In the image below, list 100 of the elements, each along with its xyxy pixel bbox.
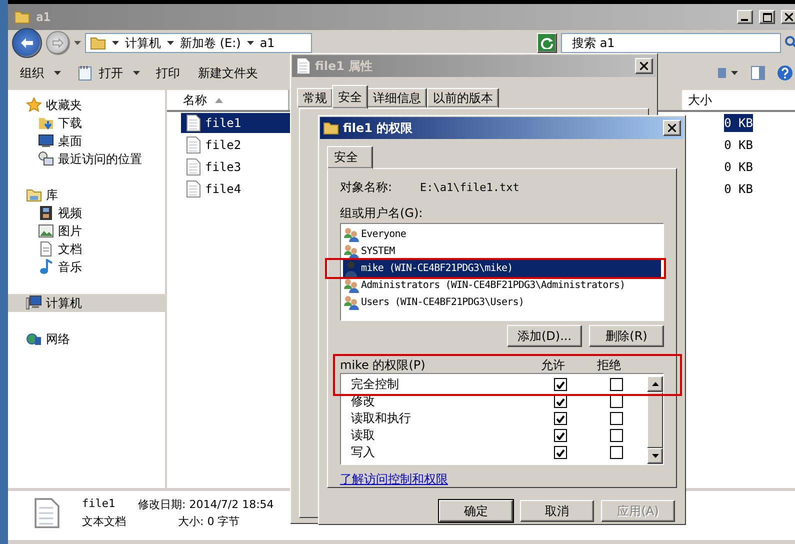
user-item[interactable]: Administrators (WIN-CE4BF21PDG3\Administrators) — [343, 277, 661, 294]
add-button[interactable]: 添加(D)... — [507, 325, 582, 347]
folder-icon — [323, 120, 339, 136]
computer-icon — [26, 295, 42, 311]
close-icon — [640, 62, 648, 70]
document-icon — [295, 57, 311, 75]
file-size: 0 KB — [723, 160, 753, 174]
preview-pane-icon[interactable] — [751, 66, 765, 80]
permission-name: 读取和执行 — [351, 410, 412, 427]
address-bar[interactable]: 计算机 新加卷 (E:) a1 — [85, 33, 312, 53]
file-item[interactable]: file2 — [181, 135, 291, 155]
list-label: 组或用户名(G): — [340, 205, 424, 221]
forward-button[interactable] — [46, 31, 70, 55]
file-size: 大小: 0 字节 — [177, 514, 241, 529]
search-field[interactable]: 搜索 a1 — [561, 33, 781, 53]
dialog-title: file1 的权限 — [343, 120, 414, 136]
close-button[interactable] — [635, 58, 653, 74]
breadcrumb[interactable]: a1 — [260, 36, 275, 50]
nav-item[interactable]: 图片 — [8, 222, 165, 240]
caret-icon — [246, 41, 254, 45]
breadcrumb[interactable]: 计算机 — [125, 34, 161, 52]
column-header[interactable]: 大小 — [680, 90, 795, 110]
checkbox[interactable] — [554, 395, 566, 408]
user-item[interactable]: SYSTEM — [343, 243, 661, 260]
checkbox[interactable] — [554, 446, 566, 459]
folder-icon — [90, 35, 106, 51]
user-item[interactable]: mike (WIN-CE4BF21PDG3\mike) — [343, 260, 661, 277]
tab[interactable]: 常规 — [297, 88, 333, 108]
toolbar-button[interactable]: 组织 — [18, 61, 46, 85]
text-file-icon — [185, 136, 201, 154]
view-options-icon[interactable] — [717, 66, 739, 80]
permission-name: 读取 — [351, 427, 376, 444]
nav-item[interactable]: 桌面 — [8, 132, 165, 150]
dialog-button[interactable]: 确定 — [439, 500, 513, 522]
scroll-down-button[interactable] — [647, 448, 663, 464]
checkbox[interactable] — [554, 412, 566, 425]
window-title: a1 — [36, 10, 50, 24]
file-item[interactable]: file4 — [181, 179, 291, 199]
checkbox[interactable] — [610, 429, 622, 442]
nav-item[interactable]: 计算机 — [8, 294, 165, 312]
toolbar-button[interactable]: 打印 — [154, 61, 182, 85]
image-icon — [38, 223, 54, 239]
remove-button[interactable]: 删除(R) — [589, 325, 664, 347]
toolbar-button[interactable]: 新建文件夹 — [196, 61, 260, 85]
left-arrow-icon — [20, 37, 34, 49]
modified-date: 修改日期: 2014/7/2 18:54 — [138, 497, 274, 512]
checkbox[interactable] — [554, 429, 566, 442]
file-item[interactable]: file3 — [181, 157, 291, 177]
close-button[interactable] — [663, 120, 681, 136]
recent-places-icon — [38, 151, 54, 167]
music-note-icon — [38, 259, 54, 275]
nav-item[interactable]: 最近访问的位置 — [8, 150, 165, 168]
scrollbar[interactable] — [647, 376, 663, 464]
users-icon — [343, 226, 359, 242]
star-icon — [26, 97, 42, 113]
object-label: 对象名称: — [340, 178, 392, 196]
caret-icon[interactable] — [74, 41, 81, 45]
help-icon[interactable] — [777, 65, 793, 81]
dropdown-caret-icon[interactable] — [133, 71, 140, 75]
nav-item[interactable]: 视频 — [8, 204, 165, 222]
nav-item[interactable]: 下载 — [8, 114, 165, 132]
checkbox[interactable] — [610, 395, 622, 408]
close-button[interactable] — [781, 10, 795, 24]
nav-item[interactable]: 收藏夹 — [8, 96, 165, 114]
tab[interactable]: 详细信息 — [367, 88, 427, 108]
file-type: 文本文档 — [82, 514, 126, 529]
checkbox[interactable] — [610, 446, 622, 459]
user-item[interactable]: Users (WIN-CE4BF21PDG3\Users) — [343, 294, 661, 311]
scroll-up-button[interactable] — [647, 376, 663, 392]
nav-item[interactable]: 网络 — [8, 330, 165, 348]
nav-item[interactable]: 文档 — [8, 240, 165, 258]
minimize-button[interactable] — [737, 10, 753, 24]
checkbox[interactable] — [610, 412, 622, 425]
refresh-button[interactable] — [537, 33, 557, 53]
tab[interactable]: 安全 — [332, 85, 368, 109]
maximize-button[interactable] — [759, 10, 775, 24]
help-link[interactable]: 了解访问控制和权限 — [340, 471, 448, 487]
dialog-title: file1 属性 — [315, 58, 374, 74]
dialog-button[interactable]: 取消 — [520, 500, 594, 522]
dropdown-caret-icon[interactable] — [54, 71, 61, 75]
breadcrumb[interactable]: 新加卷 (E:) — [180, 34, 241, 52]
user-item[interactable]: Everyone — [343, 226, 661, 243]
file-item[interactable]: file1 — [181, 113, 291, 133]
checkbox[interactable] — [610, 378, 622, 391]
nav-item[interactable]: 音乐 — [8, 258, 165, 276]
tab[interactable]: 以前的版本 — [427, 88, 499, 108]
toolbar-button[interactable]: 打开 — [75, 61, 125, 85]
back-button[interactable] — [12, 28, 42, 58]
column-header[interactable]: 名称 — [167, 90, 289, 110]
search-icon[interactable] — [785, 36, 795, 50]
close-icon — [668, 124, 676, 132]
checkbox[interactable] — [554, 378, 566, 391]
tab[interactable]: 安全 — [327, 146, 373, 169]
close-icon — [785, 13, 793, 21]
monitor-icon — [38, 133, 54, 149]
column-header: 拒绝 — [596, 357, 622, 374]
folder-icon — [14, 9, 30, 25]
nav-item[interactable]: 库 — [8, 186, 165, 204]
file-size: 0 KB — [723, 138, 753, 152]
users-icon — [343, 278, 359, 294]
